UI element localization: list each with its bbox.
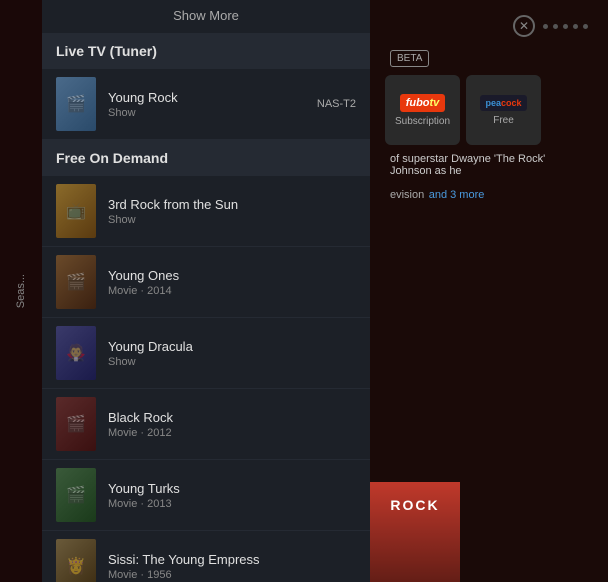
list-item[interactable]: 🎬 Black Rock Movie · 2012 xyxy=(42,389,370,460)
media-subtitle: Movie · 1956 xyxy=(108,569,356,581)
show-more-top-button[interactable]: Show More xyxy=(42,0,370,33)
thumbnail: 🎬 xyxy=(56,77,96,131)
thumb-icon: 🧛 xyxy=(66,343,86,363)
dot-4 xyxy=(573,24,578,29)
right-links-row: evision and 3 more xyxy=(380,185,598,203)
list-item[interactable]: 👸 Sissi: The Young Empress Movie · 1956 xyxy=(42,531,370,582)
evision-link[interactable]: evision xyxy=(390,189,424,201)
dot-3 xyxy=(563,24,568,29)
media-title: 3rd Rock from the Sun xyxy=(108,197,356,212)
media-info: Young Ones Movie · 2014 xyxy=(108,268,356,297)
media-title: Sissi: The Young Empress xyxy=(108,552,356,567)
right-description: of superstar Dwayne 'The Rock' Johnson a… xyxy=(380,145,598,185)
media-info: Young Turks Movie · 2013 xyxy=(108,481,356,510)
peacock-card[interactable]: peacock Free xyxy=(466,75,541,145)
thumbnail: 👸 xyxy=(56,539,96,582)
list-item[interactable]: 🧛 Young Dracula Show xyxy=(42,318,370,389)
and-more-link[interactable]: and 3 more xyxy=(429,189,485,201)
right-top-row: ✕ xyxy=(380,10,598,42)
thumb-icon: 🎬 xyxy=(66,272,86,292)
thumbnail: 📺 xyxy=(56,184,96,238)
rock-title: ROCK xyxy=(390,497,439,513)
dot-1 xyxy=(543,24,548,29)
subscription-cards: fubotv Subscription peacock Free xyxy=(380,75,598,145)
media-subtitle: Movie · 2012 xyxy=(108,427,356,439)
season-label-left: Seas... xyxy=(15,274,27,308)
pagination-dots xyxy=(543,24,588,29)
list-item[interactable]: 🎬 Young Turks Movie · 2013 xyxy=(42,460,370,531)
description-text: of superstar Dwayne 'The Rock' Johnson a… xyxy=(390,153,545,177)
dot-5 xyxy=(583,24,588,29)
thumb-icon: 🎬 xyxy=(66,485,86,505)
left-edge: Seas... xyxy=(0,0,42,582)
list-item[interactable]: 🎬 Young Ones Movie · 2014 xyxy=(42,247,370,318)
live-tv-section-header: Live TV (Tuner) xyxy=(42,33,370,69)
media-info: Sissi: The Young Empress Movie · 1956 xyxy=(108,552,356,581)
fubo-logo: fubotv xyxy=(400,94,446,112)
thumbnail: 🎬 xyxy=(56,468,96,522)
media-title: Young Rock xyxy=(108,90,317,105)
media-subtitle: Movie · 2014 xyxy=(108,285,356,297)
list-item[interactable]: 📺 3rd Rock from the Sun Show xyxy=(42,176,370,247)
media-info: Young Rock Show xyxy=(108,90,317,119)
media-title: Young Turks xyxy=(108,481,356,496)
media-subtitle: Movie · 2013 xyxy=(108,498,356,510)
media-title: Black Rock xyxy=(108,410,356,425)
thumbnail: 🧛 xyxy=(56,326,96,380)
subscription-label: Subscription xyxy=(395,116,450,127)
media-subtitle: Show xyxy=(108,214,356,226)
media-badge: NAS-T2 xyxy=(317,98,356,110)
main-panel: Show More Live TV (Tuner) 🎬 Young Rock S… xyxy=(42,0,370,582)
media-subtitle: Show xyxy=(108,107,317,119)
list-item[interactable]: 🎬 Young Rock Show NAS-T2 xyxy=(42,69,370,140)
media-title: Young Dracula xyxy=(108,339,356,354)
close-button[interactable]: ✕ xyxy=(513,15,535,37)
media-info: Young Dracula Show xyxy=(108,339,356,368)
dot-2 xyxy=(553,24,558,29)
rock-image: ROCK xyxy=(370,482,460,582)
thumb-icon: 📺 xyxy=(66,201,86,221)
thumb-icon: 🎬 xyxy=(66,414,86,434)
peacock-logo: peacock xyxy=(480,95,526,111)
thumb-icon: 👸 xyxy=(66,556,86,576)
thumbnail: 🎬 xyxy=(56,255,96,309)
media-subtitle: Show xyxy=(108,356,356,368)
fubo-card[interactable]: fubotv Subscription xyxy=(385,75,460,145)
free-on-demand-section-header: Free On Demand xyxy=(42,140,370,176)
media-info: Black Rock Movie · 2012 xyxy=(108,410,356,439)
thumb-icon: 🎬 xyxy=(66,94,86,114)
thumbnail: 🎬 xyxy=(56,397,96,451)
free-label: Free xyxy=(493,115,514,126)
media-title: Young Ones xyxy=(108,268,356,283)
beta-badge: BETA xyxy=(390,50,429,67)
media-info: 3rd Rock from the Sun Show xyxy=(108,197,356,226)
